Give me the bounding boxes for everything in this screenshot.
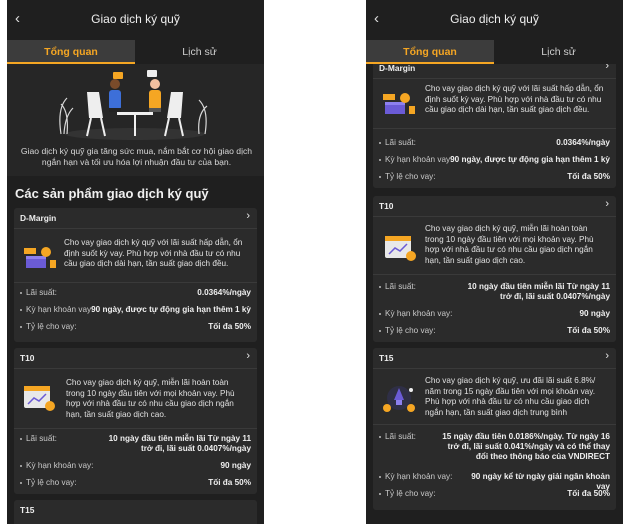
row-label: Kỳ hạn khoản vay: bbox=[26, 461, 94, 470]
product-description: Cho vay giao dịch ký quỹ với lãi suất hấ… bbox=[64, 238, 243, 268]
row-label: Tỷ lệ cho vay: bbox=[385, 489, 436, 498]
row-value: Tối đa 50% bbox=[208, 478, 251, 487]
row-label: Lãi suất: bbox=[26, 434, 57, 443]
product-name: T10 bbox=[20, 353, 35, 363]
row-value: 90 ngày bbox=[220, 461, 252, 470]
row-label: Tỷ lệ cho vay: bbox=[385, 326, 436, 335]
coins-stack-icon bbox=[383, 93, 415, 114]
row-label: Kỳ hạn khoản vay: bbox=[26, 305, 94, 314]
tab-bar: Tổng quan Lịch sử bbox=[7, 40, 264, 64]
row-value: Tối đa 50% bbox=[567, 172, 610, 181]
product-card-t15[interactable]: T15 › Cho vay giao dịch ký quỹ, ưu đãi l… bbox=[373, 348, 616, 510]
product-name: D-Margin bbox=[379, 63, 416, 73]
calendar-chart-icon bbox=[385, 236, 416, 261]
product-name: T10 bbox=[379, 201, 394, 211]
row-value: 10 ngày đầu tiên miễn lãi Từ ngày 11 trở… bbox=[467, 282, 610, 301]
row-value: 90 ngày, được tự động gia hạn thêm 1 kỳ bbox=[91, 305, 251, 314]
app-header: ‹ Giao dịch ký quỹ bbox=[366, 0, 623, 40]
row-value: Tối đa 50% bbox=[208, 322, 251, 331]
row-label: Lãi suất: bbox=[385, 282, 416, 291]
app-header: ‹ Giao dịch ký quỹ bbox=[7, 0, 264, 40]
product-name: T15 bbox=[20, 505, 35, 515]
row-label: Tỷ lệ cho vay: bbox=[385, 172, 436, 181]
rocket-coins-icon bbox=[383, 386, 415, 412]
product-card-d-margin[interactable]: D-Margin › Cho vay giao dịch ký quỹ với … bbox=[373, 58, 616, 188]
chevron-right-icon[interactable]: › bbox=[605, 198, 609, 210]
row-value: Tối đa 50% bbox=[567, 326, 610, 335]
screen-overview-top: ‹ Giao dịch ký quỹ Tổng quan Lịch sử Gia… bbox=[7, 0, 264, 524]
product-card-t10[interactable]: T10 › Cho vay giao dịch ký quỹ, miễn lãi… bbox=[373, 196, 616, 342]
calendar-chart-icon bbox=[24, 386, 55, 411]
row-label: Lãi suất: bbox=[385, 432, 416, 441]
section-title: Các sản phẩm giao dịch ký quỹ bbox=[15, 186, 209, 201]
interest-rate-row: Lãi suất: 15 ngày đầu tiên 0.0186%/ngày.… bbox=[379, 432, 610, 464]
tab-overview[interactable]: Tổng quan bbox=[366, 40, 494, 64]
product-card-t15[interactable]: T15 bbox=[14, 500, 257, 524]
product-description: Cho vay giao dịch ký quỹ với lãi suất hấ… bbox=[425, 84, 604, 114]
row-label: Kỳ hạn khoản vay: bbox=[385, 472, 453, 481]
row-value: 0.0364%/ngày bbox=[197, 288, 251, 297]
row-value: 0.0364%/ngày bbox=[556, 138, 610, 147]
product-card-d-margin[interactable]: D-Margin › Cho vay giao dịch ký quỹ với … bbox=[14, 208, 257, 342]
product-name: T15 bbox=[379, 353, 394, 363]
product-description: Cho vay giao dịch ký quỹ, miễn lãi hoàn … bbox=[425, 224, 594, 265]
row-label: Kỳ hạn khoản vay: bbox=[385, 309, 453, 318]
product-name: D-Margin bbox=[20, 213, 57, 223]
tab-history[interactable]: Lịch sử bbox=[494, 40, 623, 64]
row-label: Tỷ lệ cho vay: bbox=[26, 478, 77, 487]
tab-history[interactable]: Lịch sử bbox=[135, 40, 264, 64]
interest-rate-row: Lãi suất: 10 ngày đầu tiên miễn lãi Từ n… bbox=[20, 434, 251, 456]
hero-banner: Giao dịch ký quỹ gia tăng sức mua, nắm b… bbox=[7, 64, 264, 176]
meeting-illustration bbox=[47, 68, 223, 144]
page-title: Giao dịch ký quỹ bbox=[450, 12, 539, 26]
row-value: 10 ngày đầu tiên miễn lãi Từ ngày 11 trở… bbox=[108, 434, 251, 453]
row-label: Kỳ hạn khoản vay: bbox=[385, 155, 453, 164]
chevron-right-icon[interactable]: › bbox=[246, 350, 250, 362]
interest-rate-row: Lãi suất: 10 ngày đầu tiên miễn lãi Từ n… bbox=[379, 282, 610, 304]
screen-overview-scrolled: ‹ Giao dịch ký quỹ Tổng quan Lịch sử D-M… bbox=[366, 0, 623, 524]
row-value: 90 ngày, được tự động gia hạn thêm 1 kỳ bbox=[450, 155, 610, 164]
tab-overview[interactable]: Tổng quan bbox=[7, 40, 135, 64]
row-value: Tối đa 50% bbox=[567, 489, 610, 498]
product-card-t10[interactable]: T10 › Cho vay giao dịch ký quỹ, miễn lãi… bbox=[14, 348, 257, 494]
row-label: Lãi suất: bbox=[26, 288, 57, 297]
chevron-right-icon[interactable]: › bbox=[605, 350, 609, 362]
row-label: Tỷ lệ cho vay: bbox=[26, 322, 77, 331]
product-description: Cho vay giao dịch ký quỹ, miễn lãi hoàn … bbox=[66, 378, 235, 419]
product-description: Cho vay giao dịch ký quỹ, ưu đãi lãi suấ… bbox=[425, 376, 596, 417]
hero-description: Giao dịch ký quỹ gia tăng sức mua, nắm b… bbox=[20, 146, 253, 167]
row-label: Lãi suất: bbox=[385, 138, 416, 147]
row-value: 15 ngày đầu tiên 0.0186%/ngày. Từ ngày 1… bbox=[442, 432, 610, 461]
chevron-right-icon[interactable]: › bbox=[246, 210, 250, 222]
tab-bar: Tổng quan Lịch sử bbox=[366, 40, 623, 64]
page-title: Giao dịch ký quỹ bbox=[91, 12, 180, 26]
row-value: 90 ngày bbox=[579, 309, 611, 318]
coins-stack-icon bbox=[24, 247, 56, 268]
